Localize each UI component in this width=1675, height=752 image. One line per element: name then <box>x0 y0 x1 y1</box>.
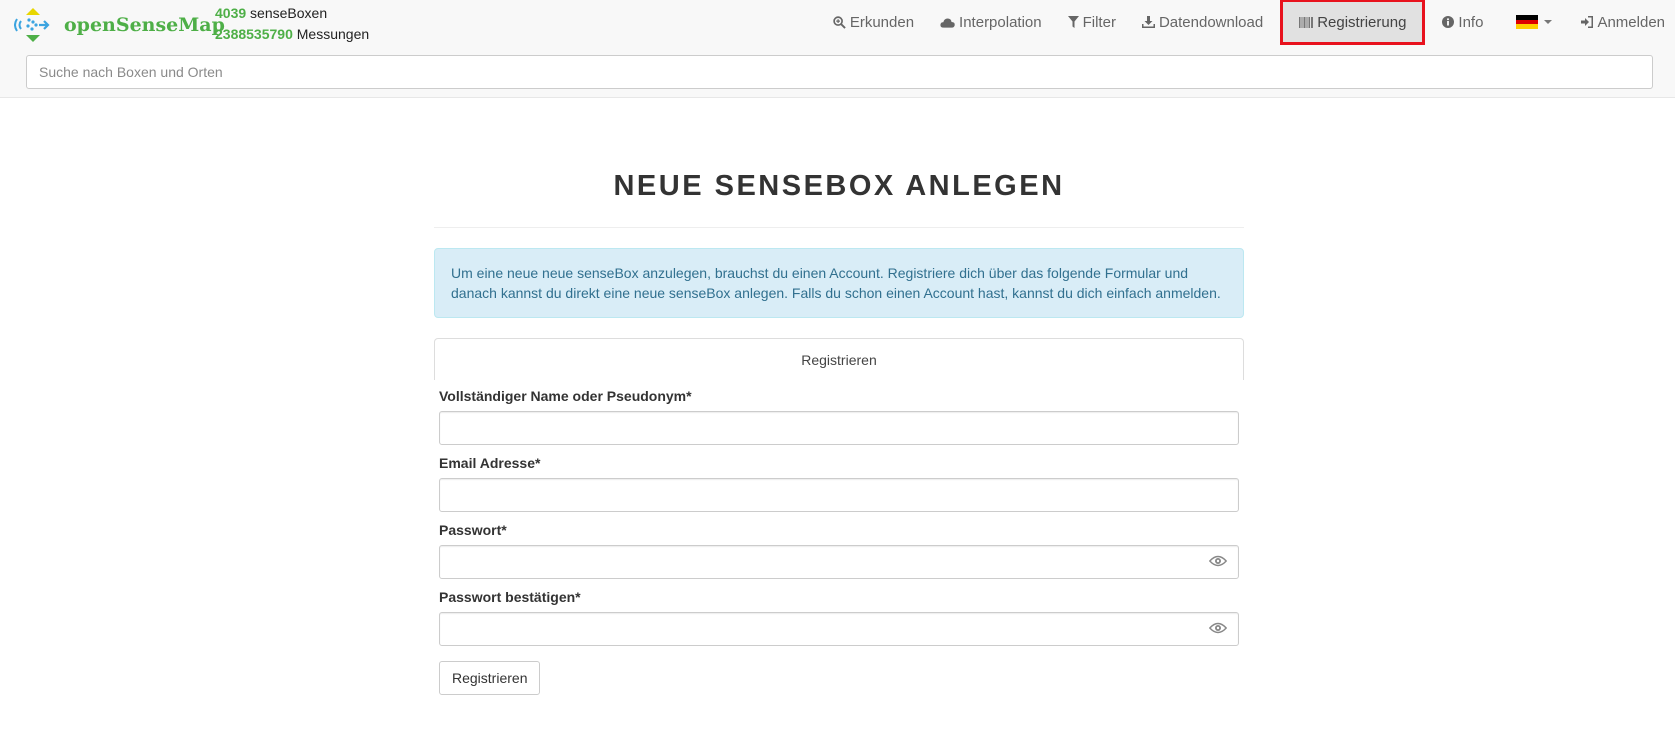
cloud-icon <box>940 17 955 28</box>
measurements-label: Messungen <box>296 26 370 42</box>
main-nav: Erkunden Interpolation Filter Datendownl… <box>820 0 1675 45</box>
password-confirm-label: Passwort bestätigen* <box>439 589 581 605</box>
nav-datendownload[interactable]: Datendownload <box>1129 0 1276 44</box>
password-confirm-field-group: Passwort bestätigen* <box>439 589 1239 646</box>
info-alert: Um eine neue neue senseBox anzulegen, br… <box>434 248 1244 318</box>
search-input[interactable] <box>26 55 1653 89</box>
email-field-group: Email Adresse* <box>439 455 1239 512</box>
measurements-count: 2388535790 <box>215 26 293 42</box>
stats: 4039 senseBoxen 2388535790 Messungen <box>215 3 369 45</box>
nav-datendownload-label: Datendownload <box>1158 13 1264 31</box>
sign-in-icon <box>1581 16 1594 28</box>
registration-form: Vollständiger Name oder Pseudonym* Email… <box>434 388 1244 695</box>
nav-anmelden-label: Anmelden <box>1597 13 1665 31</box>
german-flag-icon <box>1516 15 1539 30</box>
tab-registrieren-label: Registrieren <box>801 351 877 368</box>
info-circle-icon <box>1442 16 1455 28</box>
nav-filter-label: Filter <box>1082 13 1116 31</box>
brand-name: openSenseMap <box>64 14 225 36</box>
nav-erkunden-label: Erkunden <box>849 13 915 31</box>
password-confirm-input[interactable] <box>439 612 1239 646</box>
register-button[interactable]: Registrieren <box>439 661 541 695</box>
nav-info[interactable]: Info <box>1429 0 1496 44</box>
language-dropdown[interactable] <box>1496 0 1568 44</box>
eye-icon[interactable] <box>1209 555 1227 567</box>
eye-icon[interactable] <box>1209 622 1227 634</box>
password-field-group: Passwort* <box>439 522 1239 579</box>
name-label: Vollständiger Name oder Pseudonym* <box>439 388 692 404</box>
nav-interpolation-label: Interpolation <box>959 13 1042 31</box>
main-content: NEUE SENSEBOX ANLEGEN Um eine neue neue … <box>434 98 1244 695</box>
caret-down-icon <box>1544 20 1553 24</box>
name-field-group: Vollständiger Name oder Pseudonym* <box>439 388 1239 445</box>
nav-interpolation[interactable]: Interpolation <box>927 0 1055 44</box>
tab-registrieren[interactable]: Registrieren <box>434 338 1244 380</box>
search-plus-icon <box>833 15 846 29</box>
nav-registrierung[interactable]: Registrierung <box>1280 0 1426 45</box>
top-navbar: openSenseMap 4039 senseBoxen 2388535790 … <box>0 0 1675 98</box>
boxes-label: senseBoxen <box>250 5 328 21</box>
nav-registrierung-label: Registrierung <box>1317 13 1407 31</box>
email-label: Email Adresse* <box>439 455 541 471</box>
boxes-count: 4039 <box>215 5 247 21</box>
barcode-icon <box>1299 16 1314 28</box>
divider <box>434 227 1244 228</box>
nav-anmelden[interactable]: Anmelden <box>1568 0 1675 44</box>
nav-erkunden[interactable]: Erkunden <box>820 0 927 44</box>
password-input[interactable] <box>439 545 1239 579</box>
page-title: NEUE SENSEBOX ANLEGEN <box>613 170 1065 202</box>
name-input[interactable] <box>439 411 1239 445</box>
email-input[interactable] <box>439 478 1239 512</box>
password-label: Passwort* <box>439 522 507 538</box>
download-icon <box>1141 16 1155 28</box>
nav-info-label: Info <box>1458 13 1484 31</box>
opensensemap-logo-icon <box>14 6 52 44</box>
filter-icon <box>1067 16 1079 28</box>
nav-filter[interactable]: Filter <box>1055 0 1129 44</box>
brand[interactable]: openSenseMap <box>14 4 225 46</box>
